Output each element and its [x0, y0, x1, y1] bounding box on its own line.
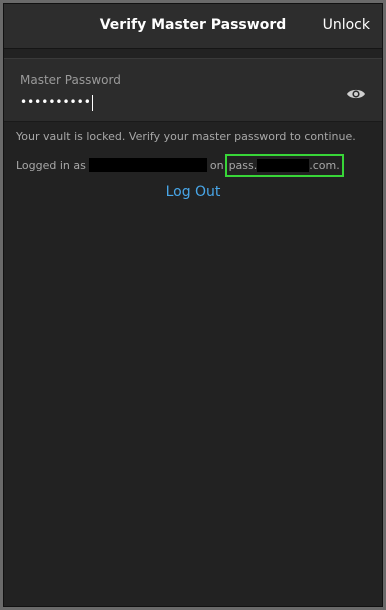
logout-link[interactable]: Log Out [4, 184, 382, 200]
unlock-button[interactable]: Unlock [323, 17, 370, 33]
domain-suffix: .com. [309, 158, 340, 172]
master-password-field[interactable]: Master Password •••••••••• [4, 58, 382, 122]
masked-password-value: •••••••••• [20, 95, 91, 109]
master-password-label: Master Password [20, 73, 121, 87]
domain-prefix: pass. [228, 158, 258, 172]
vault-lock-window: Verify Master Password Unlock Master Pas… [3, 3, 383, 607]
eye-icon[interactable] [346, 86, 366, 100]
redacted-domain [257, 158, 310, 172]
server-domain: pass. .com. [224, 153, 344, 177]
vault-locked-message: Your vault is locked. Verify your master… [16, 130, 356, 143]
logged-in-prefix: Logged in as [16, 158, 86, 172]
master-password-input[interactable]: •••••••••• [20, 94, 93, 111]
text-caret [91, 94, 93, 111]
login-info: Logged in as on pass. .com. [16, 153, 344, 177]
on-text: on [209, 158, 224, 172]
redacted-username [88, 158, 207, 172]
header-bar: Verify Master Password Unlock [4, 4, 382, 49]
